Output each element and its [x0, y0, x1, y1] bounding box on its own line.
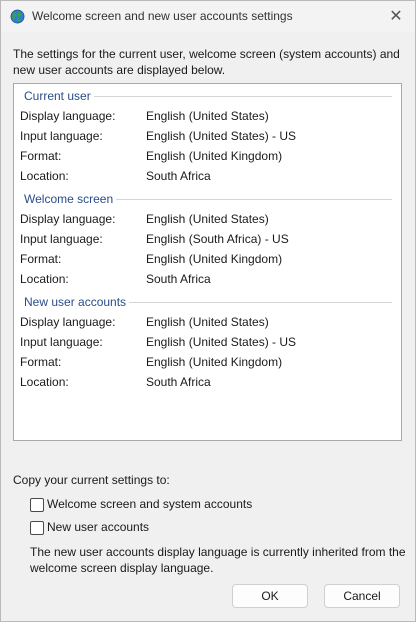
row-label: Location:: [20, 272, 69, 286]
row-value: English (South Africa) - US: [146, 232, 289, 246]
welcome-screen-checkbox-label[interactable]: Welcome screen and system accounts: [47, 497, 252, 512]
row-value: South Africa: [146, 375, 211, 389]
settings-summary-panel: Current user Display language: English (…: [13, 83, 402, 441]
window-title: Welcome screen and new user accounts set…: [32, 9, 293, 23]
row-label: Display language:: [20, 212, 116, 226]
row-label: Format:: [20, 252, 62, 266]
inheritance-note: The new user accounts display language i…: [30, 545, 406, 575]
cancel-button[interactable]: Cancel: [324, 584, 400, 608]
row-value: English (United States) - US: [146, 129, 297, 143]
row-value: English (United Kingdom): [146, 355, 283, 369]
welcome-screen-checkbox[interactable]: [30, 498, 44, 512]
row-label: Display language:: [20, 315, 116, 329]
group-header-new-user-accounts: New user accounts: [24, 295, 392, 309]
globe-icon: [10, 9, 25, 24]
copy-settings-label: Copy your current settings to:: [13, 473, 170, 487]
row-label: Location:: [20, 169, 69, 183]
row-value: English (United States): [146, 109, 269, 123]
row-label: Location:: [20, 375, 69, 389]
group-header-current-user: Current user: [24, 89, 392, 103]
row-value: English (United States): [146, 315, 269, 329]
group-title: New user accounts: [24, 295, 130, 309]
close-icon: ✕: [389, 8, 403, 25]
row-value: South Africa: [146, 169, 211, 183]
row-label: Format:: [20, 355, 62, 369]
row-value: South Africa: [146, 272, 211, 286]
new-user-accounts-checkbox[interactable]: [30, 521, 44, 535]
group-header-welcome-screen: Welcome screen: [24, 192, 392, 206]
intro-text: The settings for the current user, welco…: [13, 47, 400, 77]
row-value: English (United States) - US: [146, 335, 297, 349]
row-label: Input language:: [20, 232, 103, 246]
row-label: Input language:: [20, 129, 103, 143]
close-button[interactable]: ✕: [383, 4, 409, 28]
group-title: Welcome screen: [24, 192, 117, 206]
new-user-accounts-checkbox-label[interactable]: New user accounts: [47, 520, 149, 535]
row-label: Input language:: [20, 335, 103, 349]
title-bar: Welcome screen and new user accounts set…: [1, 1, 415, 32]
group-title: Current user: [24, 89, 94, 103]
settings-dialog: Welcome screen and new user accounts set…: [0, 0, 416, 622]
row-label: Display language:: [20, 109, 116, 123]
row-value: English (United Kingdom): [146, 149, 283, 163]
row-value: English (United States): [146, 212, 269, 226]
row-label: Format:: [20, 149, 62, 163]
row-value: English (United Kingdom): [146, 252, 283, 266]
ok-button[interactable]: OK: [232, 584, 308, 608]
